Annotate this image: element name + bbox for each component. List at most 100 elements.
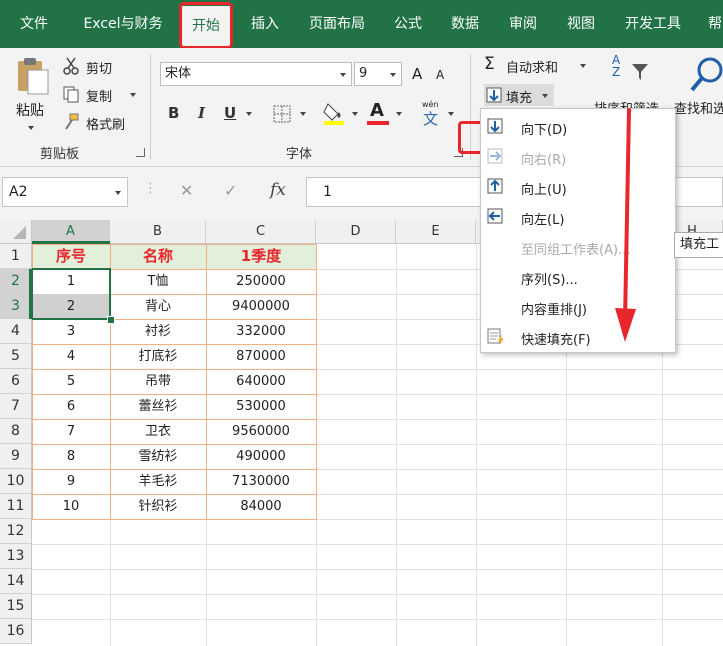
table-cell[interactable]: 吊带 (110, 369, 206, 394)
enter-icon[interactable]: ✓ (224, 181, 237, 200)
row-header[interactable]: 4 (0, 319, 32, 344)
tab-help[interactable]: 帮 (700, 0, 723, 48)
format-painter-button[interactable]: 格式刷 (62, 112, 140, 134)
table-cell[interactable]: 2 (32, 294, 110, 319)
tab-insert[interactable]: 插入 (240, 0, 290, 48)
tab-data[interactable]: 数据 (440, 0, 490, 48)
column-header-e[interactable]: E (396, 220, 476, 244)
row-header[interactable]: 5 (0, 344, 32, 369)
tab-review[interactable]: 审阅 (498, 0, 548, 48)
tab-file[interactable]: 文件 (4, 0, 64, 48)
magnifier-icon[interactable] (690, 54, 723, 94)
row-header[interactable]: 10 (0, 469, 32, 494)
autosum-button[interactable]: Σ 自动求和 (484, 54, 586, 76)
table-cell[interactable]: 5 (32, 369, 110, 394)
menu-item-fill-up[interactable]: 向上(U) (481, 172, 673, 202)
table-cell[interactable]: 7 (32, 419, 110, 444)
table-cell[interactable]: 蕾丝衫 (110, 394, 206, 419)
name-box[interactable]: A2 (2, 177, 128, 207)
table-cell[interactable]: 4 (32, 344, 110, 369)
table-cell[interactable]: 250000 (206, 269, 316, 294)
table-cell[interactable]: 490000 (206, 444, 316, 469)
table-cell[interactable]: 84000 (206, 494, 316, 519)
clipboard-launcher-icon[interactable] (136, 148, 145, 157)
sort-filter-icon[interactable]: A Z (608, 54, 654, 98)
font-name-select[interactable]: 宋体 (160, 62, 352, 86)
table-cell[interactable]: 10 (32, 494, 110, 519)
phonetic-dropdown-icon[interactable] (448, 112, 454, 116)
row-header[interactable]: 7 (0, 394, 32, 419)
paste-button[interactable]: 粘贴 (12, 56, 52, 142)
table-cell[interactable]: 卫衣 (110, 419, 206, 444)
row-header[interactable]: 16 (0, 619, 32, 644)
menu-item-fill-down[interactable]: 向下(D) (481, 112, 673, 142)
font-color-button[interactable]: A (366, 100, 390, 126)
table-cell[interactable]: 870000 (206, 344, 316, 369)
copy-button[interactable]: 复制 (62, 84, 140, 106)
row-header[interactable]: 14 (0, 569, 32, 594)
menu-item-flash-fill[interactable]: 快速填充(F) (481, 322, 673, 352)
table-cell[interactable]: 9400000 (206, 294, 316, 319)
menu-item-series[interactable]: 序列(S)... (481, 262, 673, 292)
borders-icon[interactable] (272, 104, 292, 124)
underline-dropdown-icon[interactable] (246, 112, 252, 116)
table-cell[interactable]: 8 (32, 444, 110, 469)
table-cell[interactable]: 7130000 (206, 469, 316, 494)
fill-color-icon[interactable] (322, 100, 346, 126)
menu-item-justify[interactable]: 内容重排(J) (481, 292, 673, 322)
row-header[interactable]: 6 (0, 369, 32, 394)
increase-font-button[interactable]: A (412, 65, 422, 83)
table-header-cell[interactable]: 名称 (110, 244, 206, 269)
table-cell[interactable]: 9 (32, 469, 110, 494)
font-size-select[interactable]: 9 (354, 62, 402, 86)
table-cell[interactable]: 9560000 (206, 419, 316, 444)
table-cell[interactable]: 打底衫 (110, 344, 206, 369)
tab-view[interactable]: 视图 (556, 0, 606, 48)
insert-function-icon[interactable]: fx (270, 180, 286, 200)
row-header[interactable]: 9 (0, 444, 32, 469)
phonetic-button[interactable]: wén 文 (420, 100, 444, 128)
italic-button[interactable]: I (198, 104, 205, 122)
column-header-d[interactable]: D (316, 220, 396, 244)
table-cell[interactable]: 530000 (206, 394, 316, 419)
table-header-cell[interactable]: 序号 (32, 244, 110, 269)
find-select-label[interactable]: 查找和选 (674, 98, 723, 117)
table-cell[interactable]: 背心 (110, 294, 206, 319)
tab-excel-finance[interactable]: Excel与财务 (68, 0, 178, 48)
table-cell[interactable]: 针织衫 (110, 494, 206, 519)
table-cell[interactable]: 3 (32, 319, 110, 344)
row-header[interactable]: 11 (0, 494, 32, 519)
fill-button[interactable]: 填充 (484, 84, 554, 106)
row-header[interactable]: 8 (0, 419, 32, 444)
table-cell[interactable]: 雪纺衫 (110, 444, 206, 469)
cut-button[interactable]: 剪切 (62, 56, 132, 78)
font-color-dropdown-icon[interactable] (396, 112, 402, 116)
fill-color-dropdown-icon[interactable] (352, 112, 358, 116)
tab-formulas[interactable]: 公式 (384, 0, 432, 48)
column-header-b[interactable]: B (110, 220, 206, 244)
table-cell[interactable]: 6 (32, 394, 110, 419)
row-header[interactable]: 15 (0, 594, 32, 619)
table-cell[interactable]: 1 (32, 269, 110, 294)
underline-button[interactable]: U (224, 104, 236, 122)
bold-button[interactable]: B (168, 104, 179, 122)
tab-home[interactable]: 开始 (182, 6, 230, 48)
row-header[interactable]: 12 (0, 519, 32, 544)
borders-dropdown-icon[interactable] (300, 112, 306, 116)
tab-page-layout[interactable]: 页面布局 (298, 0, 376, 48)
tab-developer[interactable]: 开发工具 (614, 0, 692, 48)
row-header[interactable]: 3 (0, 294, 32, 319)
select-all-corner[interactable] (0, 220, 32, 244)
row-header[interactable]: 1 (0, 244, 32, 269)
table-cell[interactable]: T恤 (110, 269, 206, 294)
row-header[interactable]: 2 (0, 269, 32, 294)
column-header-c[interactable]: C (206, 220, 316, 244)
table-cell[interactable]: 羊毛衫 (110, 469, 206, 494)
menu-item-fill-left[interactable]: 向左(L) (481, 202, 673, 232)
table-header-cell[interactable]: 1季度 (206, 244, 316, 269)
table-cell[interactable]: 332000 (206, 319, 316, 344)
table-cell[interactable]: 衬衫 (110, 319, 206, 344)
table-cell[interactable]: 640000 (206, 369, 316, 394)
cancel-icon[interactable]: ✕ (180, 181, 193, 200)
row-header[interactable]: 13 (0, 544, 32, 569)
